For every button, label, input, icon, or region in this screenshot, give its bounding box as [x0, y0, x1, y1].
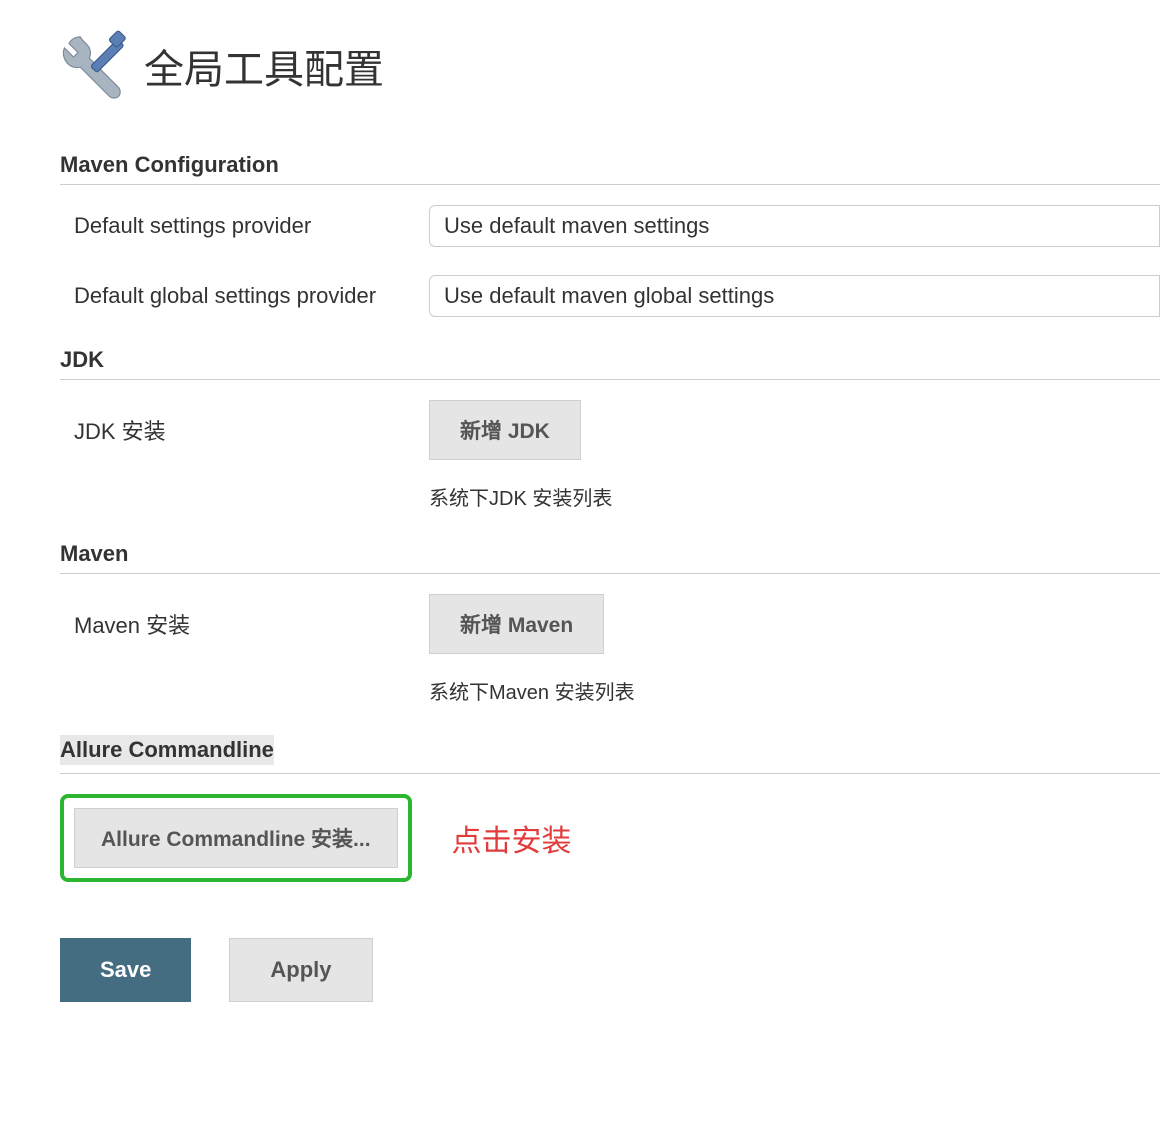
section-title-jdk: JDK	[60, 347, 1160, 373]
save-button[interactable]: Save	[60, 938, 191, 1002]
allure-install-button[interactable]: Allure Commandline 安装...	[74, 808, 398, 868]
label-default-settings: Default settings provider	[74, 213, 429, 239]
row-default-settings: Default settings provider	[60, 205, 1160, 247]
section-jdk: JDK JDK 安装 新增 JDK 系统下JDK 安装列表	[60, 347, 1160, 511]
label-maven-install: Maven 安装	[74, 594, 429, 640]
select-default-global-settings[interactable]	[429, 275, 1160, 317]
apply-button[interactable]: Apply	[229, 938, 372, 1002]
divider	[60, 573, 1160, 574]
row-allure: Allure Commandline 安装... 点击安装	[60, 794, 1160, 882]
row-default-global-settings: Default global settings provider	[60, 275, 1160, 317]
row-jdk-install: JDK 安装 新增 JDK 系统下JDK 安装列表	[60, 400, 1160, 511]
section-title-maven-config: Maven Configuration	[60, 152, 1160, 178]
page-title: 全局工具配置	[144, 37, 384, 95]
section-title-allure: Allure Commandline	[60, 735, 274, 765]
section-maven-config: Maven Configuration Default settings pro…	[60, 152, 1160, 317]
divider	[60, 379, 1160, 380]
section-title-maven: Maven	[60, 541, 1160, 567]
page-header: 全局工具配置	[60, 30, 1160, 102]
row-maven-install: Maven 安装 新增 Maven 系统下Maven 安装列表	[60, 594, 1160, 705]
help-text-jdk: 系统下JDK 安装列表	[429, 482, 1160, 511]
tools-icon	[60, 30, 132, 102]
label-default-global-settings: Default global settings provider	[74, 283, 429, 309]
allure-highlight-box: Allure Commandline 安装...	[60, 794, 412, 882]
divider	[60, 773, 1160, 774]
help-text-maven: 系统下Maven 安装列表	[429, 676, 1160, 705]
section-maven: Maven Maven 安装 新增 Maven 系统下Maven 安装列表	[60, 541, 1160, 705]
footer-buttons: Save Apply	[60, 938, 1160, 1002]
annotation-click-install: 点击安装	[452, 816, 572, 860]
select-default-settings[interactable]	[429, 205, 1160, 247]
add-jdk-button[interactable]: 新增 JDK	[429, 400, 581, 460]
section-allure: Allure Commandline Allure Commandline 安装…	[60, 735, 1160, 882]
label-jdk-install: JDK 安装	[74, 400, 429, 446]
divider	[60, 184, 1160, 185]
add-maven-button[interactable]: 新增 Maven	[429, 594, 604, 654]
